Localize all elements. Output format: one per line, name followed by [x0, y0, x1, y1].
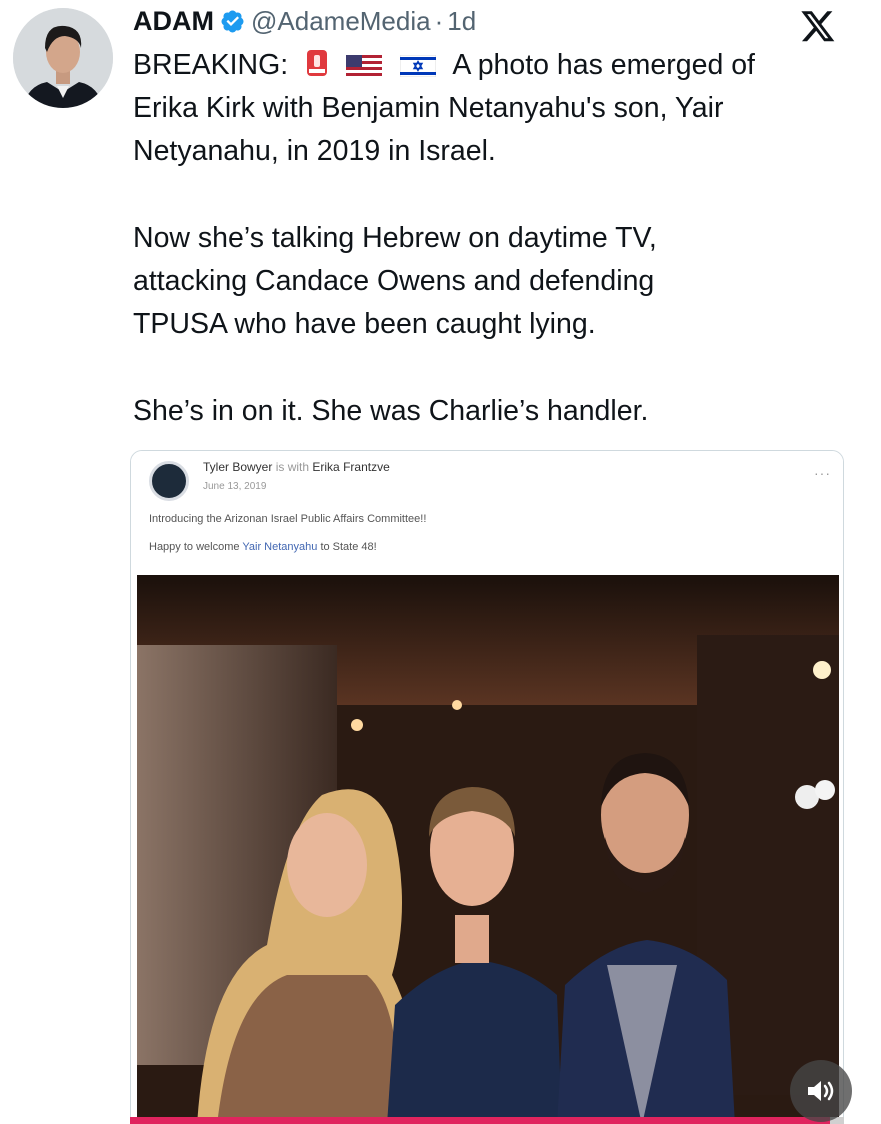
embedded-post-with: is with — [275, 460, 310, 474]
embedded-photo — [137, 575, 839, 1123]
tweet-text-line: She’s in on it. She was Charlie’s handle… — [133, 395, 649, 427]
tweet-text-line: TPUSA who have been caught lying. — [133, 308, 596, 340]
tweet-text-line1-rest: A photo has emerged of — [452, 49, 755, 81]
tweet-text-line: BREAKING: A photo has emerged of — [133, 44, 853, 87]
tweet-card: ADAM @AdameMedia · 1d BREAKING: A photo … — [0, 0, 881, 1124]
us-flag-icon — [346, 55, 383, 77]
separator-dot: · — [434, 5, 444, 36]
tweet-text-line: Netyanahu, in 2019 in Israel. — [133, 135, 496, 167]
speaker-icon — [808, 1081, 834, 1101]
x-logo-icon — [801, 11, 835, 42]
breaking-label: BREAKING: — [133, 49, 289, 81]
tweet-text: BREAKING: A photo has emerged of Erika K… — [133, 44, 853, 433]
tweet-text-line: Erika Kirk with Benjamin Netanyahu's son… — [133, 92, 724, 124]
video-progress-fill — [130, 1117, 830, 1124]
tweet-media-video[interactable]: Tyler Bowyer is with Erika Frantzve June… — [130, 450, 844, 1124]
video-progress-bar[interactable] — [130, 1117, 844, 1124]
caption-prefix: Happy to welcome — [149, 541, 240, 553]
embedded-post-avatar — [149, 461, 189, 501]
embedded-post-tagged: Erika Frantzve — [312, 460, 390, 474]
embedded-post-more-icon: ··· — [814, 465, 831, 481]
embedded-facebook-post: Tyler Bowyer is with Erika Frantzve June… — [131, 451, 843, 575]
israel-flag-icon — [399, 55, 436, 77]
embedded-post-caption-line2: Happy to welcome Yair Netanyahu to State… — [149, 541, 377, 553]
tweet-text-line: attacking Candace Owens and defending — [133, 265, 655, 297]
author-avatar[interactable] — [13, 8, 113, 108]
caption-suffix: to State 48! — [320, 541, 377, 553]
rotating-light-icon — [307, 50, 328, 76]
tweet-text-line: Now she’s talking Hebrew on daytime TV, — [133, 222, 657, 254]
caption-link: Yair Netanyahu — [242, 541, 318, 553]
embedded-post-author: Tyler Bowyer — [203, 460, 273, 474]
sound-toggle-button[interactable] — [790, 1060, 852, 1122]
post-timestamp[interactable]: 1d — [447, 6, 476, 37]
author-display-name[interactable]: ADAM — [133, 6, 214, 37]
embedded-post-date: June 13, 2019 — [203, 481, 267, 492]
embedded-post-author-line: Tyler Bowyer is with Erika Frantzve — [203, 460, 390, 474]
tweet-header: ADAM @AdameMedia · 1d — [133, 4, 476, 38]
embedded-post-caption-line1: Introducing the Arizonan Israel Public A… — [149, 513, 427, 525]
author-handle[interactable]: @AdameMedia — [251, 6, 431, 37]
verified-badge-icon — [221, 10, 244, 33]
